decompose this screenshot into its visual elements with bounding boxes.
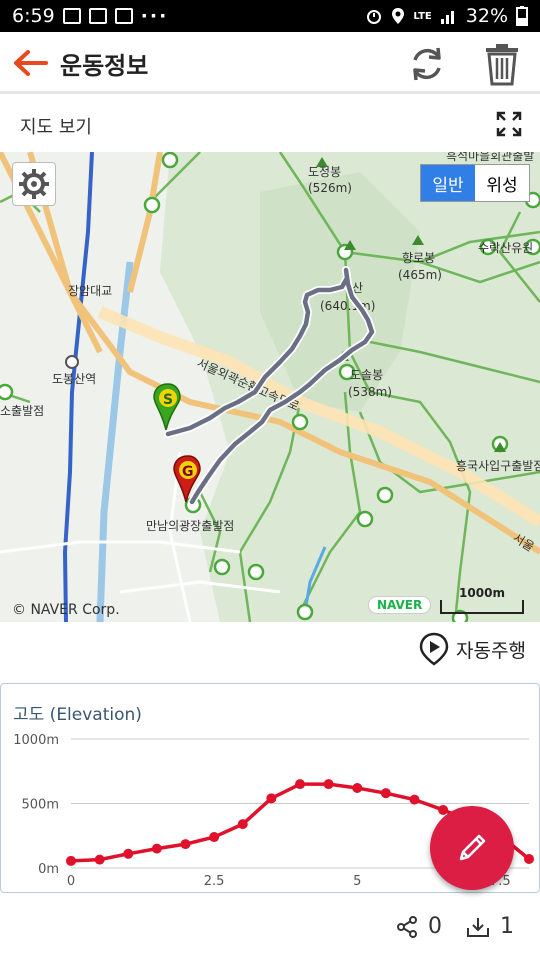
youtube-icon bbox=[114, 8, 133, 24]
edit-fab-button[interactable] bbox=[430, 806, 514, 890]
elevation-point bbox=[66, 855, 76, 866]
download-count: 1 bbox=[500, 914, 514, 939]
elevation-point bbox=[180, 839, 191, 850]
elevation-point bbox=[237, 819, 248, 830]
map-label-place4: 만남의광장출발점 bbox=[146, 519, 234, 533]
signal-icon bbox=[440, 11, 454, 24]
status-bar: 6:59 ··· LTE 32% bbox=[0, 0, 540, 32]
elevation-point bbox=[352, 783, 363, 794]
download-button[interactable]: 1 bbox=[466, 914, 514, 939]
map-label-place5: 소출발점 bbox=[0, 404, 44, 418]
start-marker-label: S bbox=[163, 392, 173, 408]
map-scale-bar: 1000m bbox=[440, 586, 524, 614]
battery-icon bbox=[516, 6, 528, 26]
more-notifications: ··· bbox=[140, 5, 169, 27]
map-label-peak1: 도정봉 bbox=[308, 165, 341, 179]
gallery-icon bbox=[62, 8, 81, 24]
app-bar: 운동정보 bbox=[0, 32, 540, 94]
gear-icon bbox=[19, 169, 49, 199]
map-label-place2: 수락산유원 bbox=[478, 241, 533, 255]
autoplay-button[interactable]: 자동주행 bbox=[418, 632, 526, 666]
trash-icon[interactable] bbox=[482, 42, 522, 86]
elevation-point bbox=[209, 832, 220, 843]
network-label: LTE bbox=[413, 10, 432, 22]
map-section-label: 지도 보기 bbox=[20, 117, 92, 138]
elevation-point bbox=[295, 779, 305, 790]
pencil-icon bbox=[459, 834, 486, 861]
battery-level: 32% bbox=[465, 5, 508, 27]
autoplay-label: 자동주행 bbox=[456, 639, 526, 662]
map-label-peak2: 향로봉 bbox=[402, 251, 435, 265]
x-tick-label: 5 bbox=[353, 874, 361, 889]
arrow-left-icon[interactable] bbox=[10, 48, 50, 78]
elevation-point bbox=[524, 853, 534, 864]
y-tick-label: 1000m bbox=[13, 733, 59, 748]
share-button[interactable]: 0 bbox=[396, 914, 442, 939]
map-section-header: 지도 보기 bbox=[0, 97, 540, 152]
map-label-bridge: 장암대교 bbox=[68, 284, 112, 298]
map-scale-label: 1000m bbox=[459, 586, 505, 600]
footer-actions: 0 1 bbox=[0, 900, 540, 960]
map-type-satellite[interactable]: 위성 bbox=[475, 165, 529, 201]
refresh-icon[interactable] bbox=[406, 44, 448, 84]
location-icon bbox=[392, 8, 405, 24]
naver-logo: NAVER bbox=[368, 596, 432, 614]
elevation-point bbox=[380, 788, 391, 799]
elevation-point bbox=[323, 779, 334, 790]
page-title: 운동정보 bbox=[60, 52, 149, 80]
map-label-peak4-height: (538m) bbox=[348, 385, 392, 399]
elevation-point bbox=[409, 794, 420, 805]
x-tick-label: 2.5 bbox=[204, 874, 225, 889]
map-label-peak1-height: (526m) bbox=[308, 181, 352, 195]
goal-marker-label: G bbox=[182, 464, 194, 480]
app-notification-icon bbox=[88, 8, 107, 24]
map-canvas[interactable]: 도정봉 (526m) 향로봉 (465m) 산 (640.1m) 도솔봉 (53… bbox=[0, 152, 540, 622]
elevation-point bbox=[266, 793, 277, 804]
map-label-place3: 흥국사입구출발점 bbox=[456, 459, 540, 473]
play-location-icon bbox=[419, 632, 449, 666]
subway-station-icon bbox=[65, 355, 79, 369]
map-copyright: © NAVER Corp. bbox=[12, 602, 120, 618]
elevation-point bbox=[123, 848, 134, 859]
map-label-place1: 흑석마을회관출발 bbox=[446, 152, 534, 163]
map-type-toggle: 일반 위성 bbox=[420, 164, 530, 202]
elevation-point bbox=[94, 854, 105, 865]
y-tick-label: 0m bbox=[38, 862, 59, 877]
y-tick-label: 500m bbox=[22, 798, 59, 813]
share-icon bbox=[397, 915, 417, 938]
share-count: 0 bbox=[428, 914, 442, 939]
elevation-point bbox=[151, 843, 162, 854]
map-type-normal[interactable]: 일반 bbox=[421, 165, 475, 201]
map-label-peak4: 도솔봉 bbox=[350, 368, 383, 382]
fullscreen-icon[interactable] bbox=[496, 111, 522, 137]
x-tick-label: 0 bbox=[67, 874, 75, 889]
map-settings-button[interactable] bbox=[12, 162, 56, 206]
map-label-station: 도봉산역 bbox=[52, 372, 96, 386]
map-label-peak2-height: (465m) bbox=[398, 268, 442, 282]
download-icon bbox=[467, 917, 489, 937]
route-map[interactable]: 도정봉 (526m) 향로봉 (465m) 산 (640.1m) 도솔봉 (53… bbox=[0, 152, 540, 622]
start-marker[interactable]: S bbox=[153, 383, 181, 431]
alarm-icon bbox=[367, 10, 382, 24]
status-time: 6:59 bbox=[12, 5, 55, 27]
